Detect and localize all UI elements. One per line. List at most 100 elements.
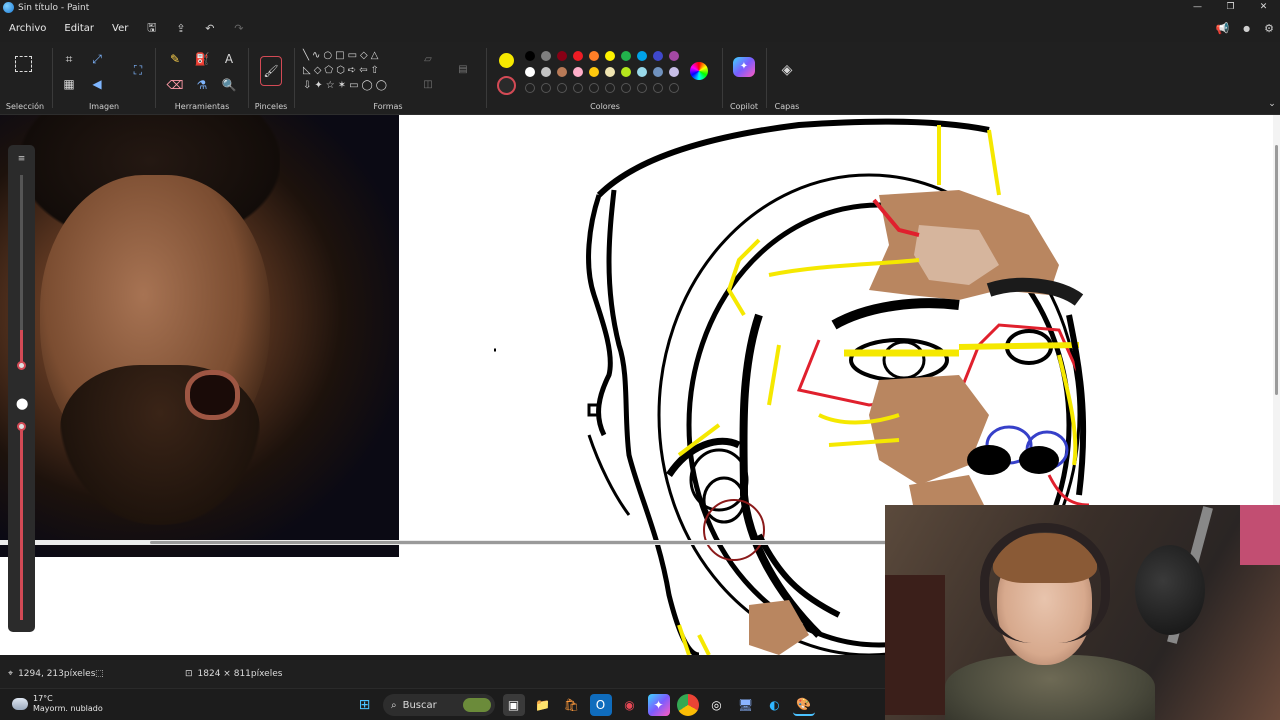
palette-color-swatch[interactable] — [525, 67, 535, 77]
title-bar: Sin título - Paint — ❐ ✕ — [0, 0, 1280, 15]
fill-icon[interactable]: ⛽ — [192, 49, 212, 69]
palette-color-swatch[interactable] — [573, 51, 583, 61]
secondary-color-swatch[interactable] — [497, 76, 516, 95]
image-select-icon[interactable]: ⛶ — [128, 60, 148, 80]
brush-icon[interactable]: 🖌 — [260, 56, 282, 86]
opacity-slider[interactable] — [20, 430, 23, 620]
maximize-button[interactable]: ❐ — [1214, 0, 1247, 15]
palette-color-swatch[interactable] — [605, 67, 615, 77]
close-button[interactable]: ✕ — [1247, 0, 1280, 15]
resize-icon[interactable]: ⤢ — [87, 49, 107, 69]
palette-color-swatch[interactable] — [605, 51, 615, 61]
share-icon[interactable]: ⇪ — [166, 22, 195, 35]
custom-color-slot[interactable] — [653, 83, 663, 93]
palette-color-swatch[interactable] — [653, 67, 663, 77]
text-icon[interactable]: A — [219, 49, 239, 69]
fill-shape-icon[interactable]: ◫ — [418, 75, 438, 95]
palette-color-swatch[interactable] — [637, 67, 647, 77]
search-highlight-icon — [463, 698, 491, 712]
outline-icon[interactable]: ▱ — [418, 50, 438, 70]
edge-icon[interactable]: ◐ — [764, 694, 786, 716]
palette-color-swatch[interactable] — [637, 51, 647, 61]
custom-color-slot[interactable] — [669, 83, 679, 93]
custom-color-slot[interactable] — [541, 83, 551, 93]
cursor-icon: ⌖ — [8, 669, 14, 679]
taskbar-apps: ⊞ ⌕ Buscar ▣ 📁 🛍 O ◉ ✦ ◎ 🖥 ◐ 🎨 — [350, 694, 818, 716]
account-icon[interactable]: ● — [1243, 24, 1250, 33]
brushes-group: 🖌 Pinceles — [252, 42, 290, 115]
shapes-row-3[interactable]: ⇩✦☆✶▭◯◯ — [303, 76, 413, 96]
menu-ver[interactable]: Ver — [103, 23, 137, 34]
copilot-taskbar-icon[interactable]: ✦ — [647, 694, 670, 716]
layers-icon[interactable]: ◈ — [777, 60, 797, 80]
palette-color-swatch[interactable] — [589, 67, 599, 77]
palette-color-swatch[interactable] — [669, 67, 679, 77]
copilot-icon[interactable]: ✦ — [733, 57, 755, 77]
palette-color-swatch[interactable] — [621, 51, 631, 61]
selection-size-icon: ⬚ — [95, 669, 104, 679]
undo-icon[interactable]: ↶ — [195, 22, 224, 35]
outlook-icon[interactable]: O — [589, 694, 612, 716]
eraser-icon[interactable]: ⌫ — [165, 75, 185, 95]
monitor-icon[interactable]: 🖥 — [735, 694, 757, 716]
horizontal-scroll-thumb[interactable] — [150, 541, 890, 544]
minimize-button[interactable]: — — [1181, 0, 1214, 15]
shape-style-icon[interactable]: ▤ — [453, 60, 473, 80]
palette-color-swatch[interactable] — [573, 67, 583, 77]
start-icon[interactable]: ⊞ — [354, 694, 376, 716]
custom-color-slot[interactable] — [525, 83, 535, 93]
rotate-icon[interactable]: ◀ — [87, 74, 107, 94]
edit-colors-icon[interactable] — [690, 62, 708, 80]
collapse-ribbon-icon[interactable]: ⌄ — [1262, 94, 1280, 114]
palette-color-swatch[interactable] — [525, 51, 535, 61]
red-app-icon[interactable]: ◉ — [619, 694, 641, 716]
redo-icon[interactable]: ↷ — [224, 22, 253, 35]
menu-archivo[interactable]: Archivo — [0, 23, 55, 34]
custom-color-slot[interactable] — [589, 83, 599, 93]
grid-icon[interactable]: ▦ — [59, 74, 79, 94]
custom-color-slot[interactable] — [637, 83, 647, 93]
palette-color-swatch[interactable] — [541, 51, 551, 61]
obs-icon[interactable]: ◎ — [706, 694, 728, 716]
settings-icon[interactable]: ⚙ — [1264, 22, 1274, 35]
brush-size-knob[interactable] — [17, 361, 26, 370]
copilot-label: Copilot — [729, 102, 759, 111]
task-view-icon[interactable]: ▣ — [502, 694, 525, 716]
palette-color-swatch[interactable] — [557, 51, 567, 61]
palette-color-swatch[interactable] — [653, 51, 663, 61]
custom-color-slot[interactable] — [557, 83, 567, 93]
tools-label: Herramientas — [174, 102, 230, 111]
paint-taskbar-icon[interactable]: 🎨 — [792, 694, 815, 716]
taskbar-search[interactable]: ⌕ Buscar — [383, 694, 495, 716]
pencil-icon[interactable]: ✎ — [165, 49, 185, 69]
palette-color-swatch[interactable] — [541, 67, 551, 77]
palette-color-swatch[interactable] — [621, 67, 631, 77]
primary-color-swatch[interactable] — [499, 53, 514, 68]
colors-label: Colores — [590, 102, 620, 111]
menu-bar: Archivo Editar Ver 🖫 ⇪ ↶ ↷ 📢 ● ⚙ — [0, 15, 1280, 42]
weather-widget[interactable]: 17°C Mayorm. nublado — [12, 694, 103, 714]
reference-photo — [0, 115, 399, 557]
chrome-icon[interactable] — [676, 694, 699, 716]
menu-editar[interactable]: Editar — [55, 23, 103, 34]
zoom-icon[interactable]: 🔍 — [219, 75, 239, 95]
weather-desc: Mayorm. nublado — [33, 704, 103, 713]
color-picker-icon[interactable]: ⚗ — [192, 75, 212, 95]
custom-color-slot[interactable] — [605, 83, 615, 93]
shapes-group: ╲∿○□▭◇△ ◺◇⬠⬡➪⇦⇧ ⇩✦☆✶▭◯◯ ▱ ◫ ▤ Formas — [298, 42, 480, 115]
palette-color-swatch[interactable] — [557, 67, 567, 77]
store-icon[interactable]: 🛍 — [561, 694, 583, 716]
divider — [766, 48, 767, 108]
palette-color-swatch[interactable] — [589, 51, 599, 61]
feedback-icon[interactable]: 📢 — [1215, 22, 1229, 35]
palette-color-swatch[interactable] — [669, 51, 679, 61]
canvas-size-icon: ⊡ — [185, 669, 193, 679]
file-explorer-icon[interactable]: 📁 — [532, 694, 554, 716]
crop-icon[interactable]: ⌗ — [59, 49, 79, 69]
vertical-scroll-thumb[interactable] — [1275, 145, 1278, 395]
custom-color-slot[interactable] — [621, 83, 631, 93]
selection-icon[interactable] — [15, 56, 32, 72]
custom-color-slot[interactable] — [573, 83, 583, 93]
brush-size-slider[interactable] — [20, 175, 23, 365]
save-icon[interactable]: 🖫 — [137, 19, 166, 38]
